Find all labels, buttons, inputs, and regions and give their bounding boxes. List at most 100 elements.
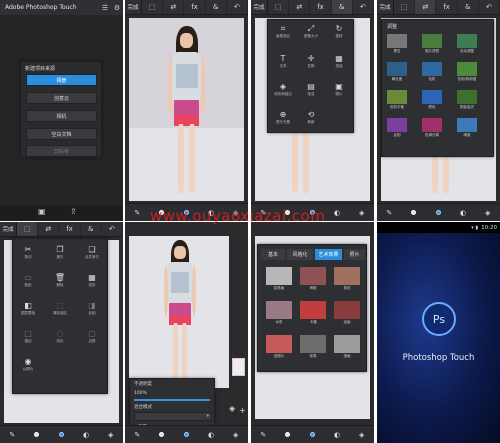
tool-text[interactable]: T 文本 <box>272 54 294 69</box>
image-add-icon[interactable]: ▣ <box>38 207 46 216</box>
adjust-thumb-1[interactable]: 照片滤镜 <box>422 34 442 53</box>
adjust-thumb-6[interactable]: 色彩平衡 <box>387 90 407 109</box>
undo-icon[interactable]: ↶ <box>479 0 500 14</box>
selection-tool-icon[interactable]: ⬚ <box>142 0 164 14</box>
photo-canvas[interactable] <box>129 236 229 388</box>
tool-transform[interactable]: ✛ 变换 <box>300 54 322 69</box>
brush-size-dot[interactable] <box>280 428 296 442</box>
gear-icon[interactable]: ⚙ <box>111 4 123 12</box>
layer-thumbnail[interactable] <box>232 358 245 376</box>
brush-size-dot[interactable] <box>406 206 422 220</box>
effect-thumb-8[interactable]: 漫画 <box>334 335 360 358</box>
opacity-slider[interactable] <box>134 399 210 401</box>
adjust-thumb-8[interactable]: 阴影高光 <box>457 90 477 109</box>
fx-button[interactable]: fx <box>436 0 458 14</box>
brush-icon[interactable]: ✎ <box>129 206 145 220</box>
adjust-thumb-10[interactable]: 色调分离 <box>422 118 442 137</box>
tools-icon[interactable]: & <box>81 222 102 236</box>
fx-button[interactable]: fx <box>184 0 206 14</box>
layers-icon[interactable]: ◈ <box>354 428 370 442</box>
adjust-icon[interactable]: ⇄ <box>415 0 437 14</box>
brush-icon[interactable]: ✎ <box>4 428 20 442</box>
tab-artistic[interactable]: 艺术效果 <box>315 249 342 260</box>
tool-photo[interactable]: ▣ 照片 <box>328 82 350 97</box>
menu-copy[interactable]: ❐ 拷贝 <box>49 245 71 260</box>
layers-icon[interactable]: ◈ <box>228 428 244 442</box>
menu-cut[interactable]: ✂ 剪切 <box>17 245 39 260</box>
selection-tool-icon[interactable]: ⬚ <box>268 0 290 14</box>
brush-icon[interactable]: ✎ <box>129 428 145 442</box>
tool-image-size[interactable]: ⤢ 图像大小 <box>300 24 322 39</box>
layers-icon[interactable]: ◈ <box>480 206 496 220</box>
adjust-thumb-0[interactable]: 黑白 <box>387 34 407 53</box>
tool-fill[interactable]: ◈ 填充和描边 <box>272 82 294 97</box>
effect-thumb-2[interactable]: 剪贴 <box>334 267 360 290</box>
add-layer-icon[interactable]: + <box>239 406 246 415</box>
brush-size-dot[interactable] <box>154 428 170 442</box>
option-creative-cloud[interactable]: 创意云 <box>26 92 97 104</box>
adjust-thumb-4[interactable]: 色阶 <box>422 62 442 81</box>
color-dot[interactable] <box>430 206 446 220</box>
done-button[interactable]: 完成 <box>125 0 142 14</box>
done-button[interactable]: 完成 <box>251 0 268 14</box>
tool-crop[interactable]: ⌗ 画框选区 <box>272 24 294 39</box>
layers-stack-icon[interactable]: ◈ <box>229 404 235 413</box>
menu-feather[interactable]: ◌ 羽化 <box>49 329 71 344</box>
effect-thumb-3[interactable]: 水彩 <box>266 301 292 324</box>
done-button[interactable]: 完成 <box>0 222 17 236</box>
color-dot[interactable] <box>53 428 69 442</box>
undo-icon[interactable]: ↶ <box>227 0 248 14</box>
adjust-thumb-5[interactable]: 色相/饱和度 <box>457 62 477 81</box>
effect-thumb-1[interactable]: 海报 <box>300 267 326 290</box>
menu-invert[interactable]: ◨ 反相 <box>81 301 103 316</box>
adjust-icon[interactable]: ⇄ <box>163 0 185 14</box>
option-blank-document[interactable]: 空白文档 <box>26 128 97 140</box>
blend-mode-select[interactable]: 正常 ▾ <box>134 412 212 430</box>
opacity-icon[interactable]: ◐ <box>329 206 345 220</box>
menu-paste[interactable]: ▭ 粘贴 <box>17 273 39 288</box>
effect-thumb-0[interactable]: 铅笔画 <box>266 267 292 290</box>
menu-warp[interactable]: ▦ 变形 <box>81 273 103 288</box>
tab-basic[interactable]: 基本 <box>261 249 285 260</box>
layers-icon[interactable]: ◈ <box>103 428 119 442</box>
tool-gradient[interactable]: ▤ 渐变 <box>300 82 322 97</box>
tool-lens-flare[interactable]: ⊕ 镜头光晕 <box>272 110 294 125</box>
menu-layer-mask[interactable]: ◧ 图层蒙版 <box>17 301 39 316</box>
photo-canvas[interactable] <box>129 18 244 201</box>
menu-clear-selection[interactable]: ⬚ 清除选区 <box>49 301 71 316</box>
selection-tool-icon[interactable]: ⬚ <box>394 0 416 14</box>
fx-button[interactable]: fx <box>59 222 81 236</box>
option-clipboard[interactable]: 剪贴板 <box>26 145 97 157</box>
option-camera[interactable]: 相机 <box>26 110 97 122</box>
share-icon[interactable]: ⇪ <box>70 207 77 216</box>
undo-icon[interactable]: ↶ <box>102 222 123 236</box>
tab-stylize[interactable]: 风格化 <box>287 249 313 260</box>
fx-button[interactable]: fx <box>310 0 332 14</box>
selection-tool-icon[interactable]: ⬚ <box>17 222 39 236</box>
undo-icon[interactable]: ↶ <box>353 0 374 14</box>
tool-rotate[interactable]: ↻ 旋转 <box>328 24 350 39</box>
opacity-icon[interactable]: ◐ <box>329 428 345 442</box>
color-dot[interactable] <box>178 428 194 442</box>
layers-icon[interactable]: ◈ <box>354 206 370 220</box>
adjust-icon[interactable]: ⇄ <box>289 0 311 14</box>
opacity-icon[interactable]: ◐ <box>78 428 94 442</box>
tools-icon[interactable]: & <box>458 0 479 14</box>
effect-thumb-5[interactable]: 油画 <box>334 301 360 324</box>
adjust-thumb-7[interactable]: 颜色 <box>422 90 442 109</box>
menu-merge-copy[interactable]: ❏ 合并拷贝 <box>81 245 103 260</box>
option-album[interactable]: 相册 <box>26 74 97 86</box>
adjust-thumb-9[interactable]: 反相 <box>387 118 407 137</box>
adjust-thumb-2[interactable]: 自动调整 <box>457 34 477 53</box>
tools-icon[interactable]: & <box>331 0 353 14</box>
tool-refresh[interactable]: ⟲ 刷新 <box>300 110 322 125</box>
adjust-thumb-11[interactable]: 阈值 <box>457 118 477 137</box>
opacity-icon[interactable]: ◐ <box>203 428 219 442</box>
menu-border[interactable]: ▢ 边框 <box>81 329 103 344</box>
menu-icon[interactable]: ☰ <box>99 4 111 12</box>
menu-delete[interactable]: 🗑 删除 <box>49 273 71 288</box>
done-button[interactable]: 完成 <box>377 0 394 14</box>
brush-icon[interactable]: ✎ <box>381 206 397 220</box>
tool-warp[interactable]: ▦ 扭曲 <box>328 54 350 69</box>
brush-size-dot[interactable] <box>29 428 45 442</box>
